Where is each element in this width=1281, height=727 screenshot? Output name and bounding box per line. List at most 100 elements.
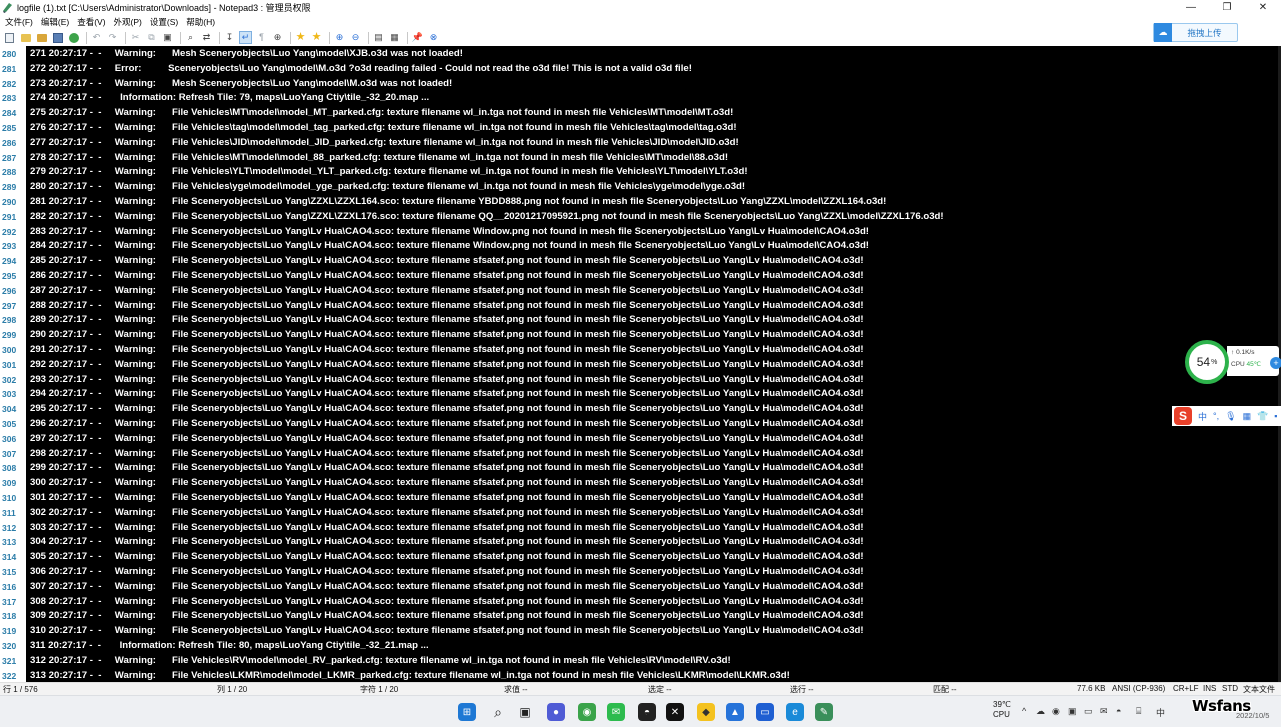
expand-plus-icon[interactable]: + [1270,357,1281,369]
favorites-icon[interactable]: ★ [310,31,323,44]
line-number[interactable]: 289 [0,180,26,195]
line-number[interactable]: 281 [0,62,26,77]
line-number[interactable]: 319 [0,624,26,639]
log-line[interactable]: 272 20:27:17 - - Error: Sceneryobjects\L… [30,62,692,77]
line-number[interactable]: 307 [0,447,26,462]
line-number[interactable]: 313 [0,535,26,550]
task-view-icon[interactable]: ▣ [516,703,534,721]
line-number[interactable]: 296 [0,284,26,299]
tray-ime-label[interactable]: 中 [1156,706,1165,719]
line-number[interactable]: 291 [0,210,26,225]
line-number[interactable]: 317 [0,595,26,610]
log-line[interactable]: 280 20:27:17 - - Warning: File Vehicles\… [30,180,745,195]
status-character[interactable]: 字符 1 / 20 [360,684,398,695]
log-line[interactable]: 271 20:27:17 - - Warning: Mesh Sceneryob… [30,47,463,62]
line-number[interactable]: 280 [0,47,26,62]
log-line[interactable]: 300 20:27:17 - - Warning: File Sceneryob… [30,476,864,491]
log-line[interactable]: 291 20:27:17 - - Warning: File Sceneryob… [30,343,864,358]
save-as-icon[interactable] [67,31,80,44]
blue-app-icon[interactable]: ▲ [726,703,744,721]
log-line[interactable]: 284 20:27:17 - - Warning: File Sceneryob… [30,239,869,254]
status-match[interactable]: 匹配 -- [933,684,957,695]
line-number[interactable]: 302 [0,373,26,388]
maximize-button[interactable]: ❐ [1209,0,1245,15]
weather-widget[interactable]: 39℃ CPU [993,700,1011,720]
line-number[interactable]: 316 [0,580,26,595]
log-line[interactable]: 273 20:27:17 - - Warning: Mesh Sceneryob… [30,77,452,92]
line-number[interactable]: 310 [0,491,26,506]
status-encoding[interactable]: ANSI (CP-936) [1112,684,1165,693]
line-number[interactable]: 298 [0,313,26,328]
log-line[interactable]: 274 20:27:17 - - Information: Refresh Ti… [30,91,429,106]
ime-toolbar[interactable]: S 中 °, 🎙 ▦ 👕 ▪ [1172,406,1281,426]
exit-icon[interactable]: ⊗ [427,31,440,44]
paste-icon[interactable]: ▣ [161,31,174,44]
status-column[interactable]: 列 1 / 20 [217,684,247,695]
word-wrap-icon[interactable]: ↵ [239,31,252,44]
log-line[interactable]: 299 20:27:17 - - Warning: File Sceneryob… [30,461,864,476]
log-line[interactable]: 309 20:27:17 - - Warning: File Sceneryob… [30,609,864,624]
menu-edit[interactable]: 编辑(E) [41,16,69,28]
log-line[interactable]: 281 20:27:17 - - Warning: File Sceneryob… [30,195,886,210]
save-icon[interactable] [51,31,64,44]
tray-chevron-icon[interactable]: ^ [1022,706,1026,716]
tray-monitor-icon[interactable]: ▣ [1068,706,1077,717]
menu-view[interactable]: 查看(V) [77,16,105,28]
undo-icon[interactable]: ↶ [90,31,103,44]
pin-icon[interactable]: 📌 [411,31,424,44]
log-line[interactable]: 303 20:27:17 - - Warning: File Sceneryob… [30,521,864,536]
log-line[interactable]: 307 20:27:17 - - Warning: File Sceneryob… [30,580,864,595]
edge-browser-icon[interactable]: e [786,703,804,721]
log-line[interactable]: 276 20:27:17 - - Warning: File Vehicles\… [30,121,737,136]
line-number[interactable]: 299 [0,328,26,343]
log-line[interactable]: 290 20:27:17 - - Warning: File Sceneryob… [30,328,864,343]
status-selection[interactable]: 选定 -- [648,684,672,695]
log-line[interactable]: 304 20:27:17 - - Warning: File Sceneryob… [30,535,864,550]
line-number[interactable]: 290 [0,195,26,210]
editor-area[interactable]: 280 281 282 283 284 285 286 287 288 289 290 291 292 2… [0,46,1281,682]
line-number[interactable]: 318 [0,609,26,624]
zoom-icon[interactable]: ⊕ [271,31,284,44]
tray-wechat-icon[interactable]: ✉ [1100,706,1108,717]
line-number[interactable]: 287 [0,151,26,166]
toolbox-icon[interactable]: ▪ [1274,411,1277,421]
log-line[interactable]: 292 20:27:17 - - Warning: File Sceneryob… [30,358,864,373]
ime-mode[interactable]: 中 [1198,410,1207,423]
line-number[interactable]: 314 [0,550,26,565]
line-number[interactable]: 297 [0,299,26,314]
log-line[interactable]: 298 20:27:17 - - Warning: File Sceneryob… [30,447,864,462]
log-line[interactable]: 279 20:27:17 - - Warning: File Vehicles\… [30,165,748,180]
line-number[interactable]: 285 [0,121,26,136]
tray-bilibili-icon[interactable]: ▭ [1084,706,1093,717]
line-number[interactable]: 282 [0,77,26,92]
menu-appearance[interactable]: 外观(P) [114,16,142,28]
tray-qq-icon[interactable]: ◓ [1116,706,1121,716]
log-line[interactable]: 278 20:27:17 - - Warning: File Vehicles\… [30,151,728,166]
line-number[interactable]: 300 [0,343,26,358]
log-line[interactable]: 293 20:27:17 - - Warning: File Sceneryob… [30,373,864,388]
replace-icon[interactable]: ⇄ [200,31,213,44]
line-number[interactable]: 309 [0,476,26,491]
sogou-logo-icon[interactable]: S [1174,407,1192,425]
log-line[interactable]: 308 20:27:17 - - Warning: File Sceneryob… [30,595,864,610]
line-number[interactable]: 321 [0,654,26,669]
line-number[interactable]: 306 [0,432,26,447]
bilibili-icon[interactable]: ▭ [756,703,774,721]
log-line[interactable]: 283 20:27:17 - - Warning: File Sceneryob… [30,225,869,240]
log-line[interactable]: 310 20:27:17 - - Warning: File Sceneryob… [30,624,864,639]
log-line[interactable]: 297 20:27:17 - - Warning: File Sceneryob… [30,432,864,447]
status-line[interactable]: 行 1 / 576 [3,684,38,695]
status-ins[interactable]: INS [1203,684,1216,693]
network-monitor-widget[interactable]: ↑ 0.1K/s CPU 45℃ + 54% [1185,338,1281,384]
line-number[interactable]: 294 [0,254,26,269]
open-folder-icon[interactable] [19,31,32,44]
log-line[interactable]: 305 20:27:17 - - Warning: File Sceneryob… [30,550,864,565]
line-number[interactable]: 301 [0,358,26,373]
line-number[interactable]: 303 [0,387,26,402]
goto-icon[interactable]: ↧ [223,31,236,44]
skin-icon[interactable]: 👕 [1257,411,1268,422]
log-line[interactable]: 285 20:27:17 - - Warning: File Sceneryob… [30,254,864,269]
line-number[interactable]: 315 [0,565,26,580]
green-app-icon[interactable]: ◉ [578,703,596,721]
log-line[interactable]: 287 20:27:17 - - Warning: File Sceneryob… [30,284,864,299]
